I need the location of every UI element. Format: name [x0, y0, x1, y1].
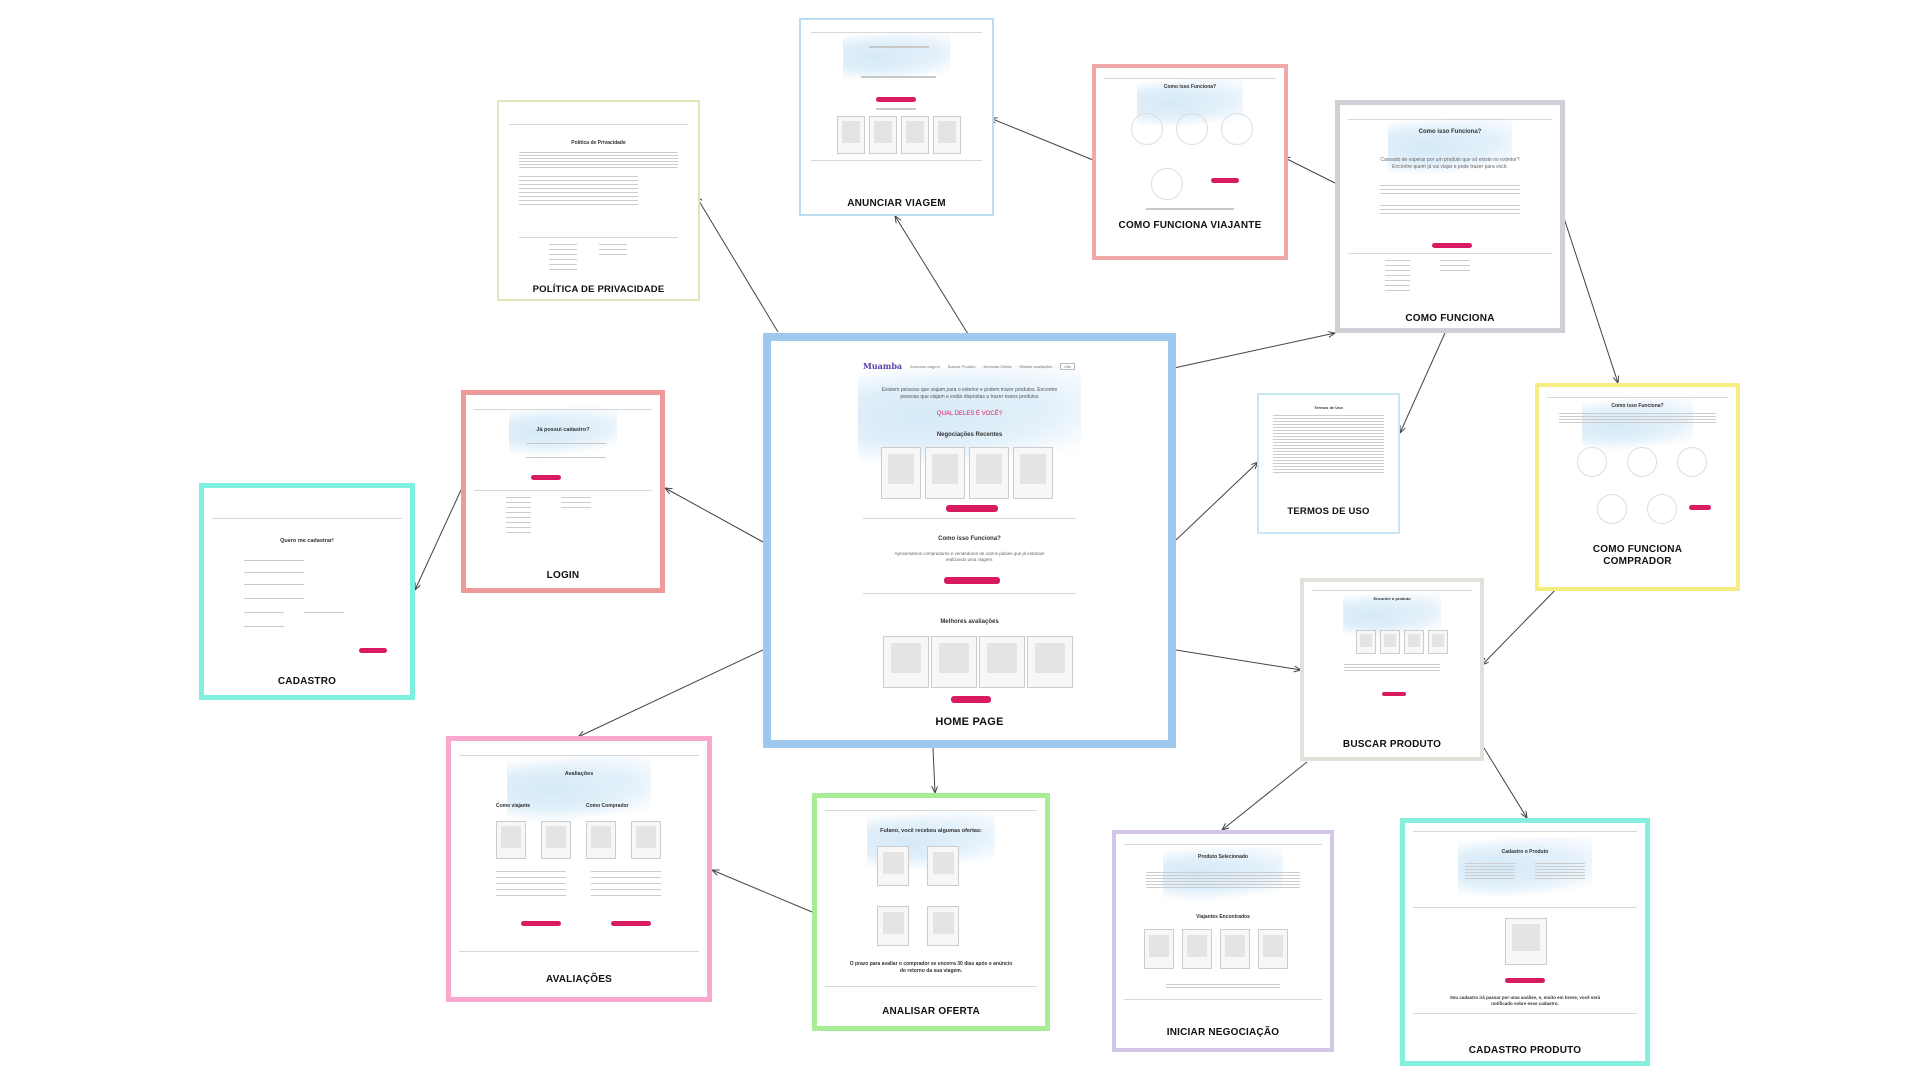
buscar-produto-button[interactable]	[946, 505, 998, 512]
section-reviews-title: Melhores avaliações	[940, 619, 999, 625]
cf-viajante-heading: Como isso Funciona?	[1163, 84, 1217, 90]
nav-anunciar-oferta[interactable]: Anunciar Oferta	[983, 364, 1011, 369]
node-title: CADASTRO PRODUTO	[1468, 1045, 1582, 1056]
review-card[interactable]	[931, 636, 977, 688]
node-title: ANUNCIAR VIAGEM	[847, 198, 946, 209]
iniciar-heading: Produto Selecionado	[1197, 854, 1248, 860]
node-login[interactable]: Já possui cadastro? LOGIN	[461, 390, 665, 593]
node-cadastro-produto[interactable]: Cadastro o Produto Seu cadastro irá pass…	[1400, 818, 1650, 1066]
node-title: POLÍTICA DE PRIVACIDADE	[532, 284, 665, 295]
section-recent-title: Negociações Recentes	[936, 432, 1003, 438]
nav-minhas-avaliacoes[interactable]: Minhas avaliações	[1020, 364, 1053, 369]
node-iniciar-negociacao[interactable]: Produto Selecionado Viajantes Encontrado…	[1112, 830, 1334, 1052]
node-politica-privacidade[interactable]: Política de Privacidade POLÍTICA DE PRIV…	[497, 100, 700, 301]
node-title: INICIAR NEGOCIAÇÃO	[1166, 1027, 1280, 1038]
node-title: HOME PAGE	[935, 716, 1004, 728]
cad-produto-heading: Cadastro o Produto	[1501, 849, 1549, 855]
nav-anunciar-viagem[interactable]: Anunciar viagem	[910, 364, 940, 369]
login-heading: Já possui cadastro?	[536, 427, 590, 433]
cf-text: Cansado de esperar por um produto que só…	[1380, 157, 1520, 170]
node-title: TERMOS DE USO	[1287, 506, 1370, 517]
edge-analisar-avaliacoes	[712, 870, 813, 913]
edge-home-como-funciona	[1173, 333, 1335, 369]
edge-home-analisar	[933, 747, 935, 793]
edge-home-termos	[1175, 462, 1258, 541]
node-buscar-produto[interactable]: Encontre o produto BUSCAR PRODUTO	[1300, 578, 1484, 761]
buscar-heading: Encontre o produto	[1373, 596, 1411, 601]
edge-home-anunciar	[895, 216, 969, 335]
node-home-page[interactable]: Muamba Anunciar viagem Buscar Produto An…	[763, 333, 1176, 748]
review-card[interactable]	[979, 636, 1025, 688]
hero-highlight: QUAL DELES É VOCÊ?	[936, 411, 1003, 417]
edge-cf-cfv	[1283, 157, 1336, 184]
node-title: COMO FUNCIONA VIAJANTE	[1118, 220, 1262, 231]
cf-comprador-heading: Como isso Funciona?	[1611, 403, 1664, 409]
node-title: CADASTRO	[277, 676, 337, 687]
home-logo: Muamba	[863, 361, 903, 371]
edge-home-politica	[696, 196, 779, 333]
edge-buscar-iniciar	[1222, 761, 1308, 830]
ver-mais-button[interactable]	[951, 696, 991, 703]
home-wireframe: Muamba Anunciar viagem Buscar Produto An…	[771, 341, 1168, 740]
nav-buscar-produto[interactable]: Buscar Produto	[948, 364, 976, 369]
edge-cfc-buscar	[1482, 579, 1566, 665]
oferta-footer: O prazo para avaliar o comprador se ence…	[849, 961, 1013, 974]
login-button[interactable]: Olá	[1060, 362, 1075, 370]
cadastro-heading: Quero me cadastrar!	[280, 538, 334, 544]
node-title: LOGIN	[546, 570, 580, 581]
recent-card[interactable]	[925, 447, 965, 499]
node-title: BUSCAR PRODUTO	[1342, 739, 1442, 750]
home-topbar: Muamba Anunciar viagem Buscar Produto An…	[863, 361, 1075, 371]
node-como-funciona-viajante[interactable]: Como isso Funciona? COMO FUNCIONA VIAJAN…	[1092, 64, 1288, 260]
node-title: AVALIAÇÕES	[545, 974, 613, 985]
hero-text: Existem pessoas que viajam para o exteri…	[881, 387, 1058, 400]
col-comprador: Como Comprador	[586, 803, 629, 809]
node-como-funciona[interactable]: Como isso Funciona? Cansado de esperar p…	[1335, 100, 1565, 333]
node-cadastro[interactable]: Quero me cadastrar! CADASTRO	[199, 483, 415, 700]
col-viajante: Como viajante	[496, 803, 531, 809]
iniciar-sub: Viajantes Encontrados	[1196, 914, 1250, 920]
node-title: COMO FUNCIONA	[1405, 313, 1495, 324]
edge-home-avaliacoes	[578, 649, 764, 737]
node-title: ANALISAR OFERTA	[882, 1006, 980, 1017]
how-text: Aproximamos compradores e vendedores de …	[894, 551, 1045, 562]
politica-heading: Política de Privacidade	[571, 140, 626, 146]
node-como-funciona-comprador[interactable]: Como isso Funciona? COMO FUNCIONA COMPRA…	[1535, 383, 1740, 591]
recent-card[interactable]	[881, 447, 921, 499]
section-how-title: Como isso Funciona?	[938, 536, 1001, 542]
node-analisar-oferta[interactable]: Fulano, você recebeu algumas ofertas: O …	[812, 793, 1050, 1031]
review-card[interactable]	[1027, 636, 1073, 688]
cf-heading: Como isso Funciona?	[1418, 129, 1482, 135]
edge-cf-cfc	[1562, 214, 1618, 383]
edge-home-buscar	[1175, 649, 1301, 670]
cad-produto-footer: Seu cadastro irá passar por uma análise,…	[1449, 995, 1601, 1006]
node-termos-de-uso[interactable]: Termos de Uso TERMOS DE USO	[1257, 393, 1400, 534]
review-card[interactable]	[883, 636, 929, 688]
edge-home-login	[665, 488, 764, 543]
node-anunciar-viagem[interactable]: ANUNCIAR VIAGEM	[799, 18, 994, 216]
avaliacoes-heading: Avaliações	[564, 771, 594, 777]
edge-cf-termos	[1400, 332, 1446, 433]
node-avaliacoes[interactable]: Avaliações Como viajante Como Comprador …	[446, 736, 712, 1002]
node-title: COMO FUNCIONA COMPRADOR	[1592, 544, 1683, 567]
termos-heading: Termos de Uso	[1314, 405, 1343, 410]
edge-cfv-anunciar	[990, 118, 1094, 161]
recent-card[interactable]	[969, 447, 1009, 499]
recent-card[interactable]	[1013, 447, 1053, 499]
saiba-button[interactable]	[944, 577, 1000, 584]
edge-login-cadastro	[415, 489, 462, 590]
edge-buscar-cadprod	[1483, 747, 1527, 818]
oferta-heading: Fulano, você recebeu algumas ofertas:	[880, 828, 982, 834]
